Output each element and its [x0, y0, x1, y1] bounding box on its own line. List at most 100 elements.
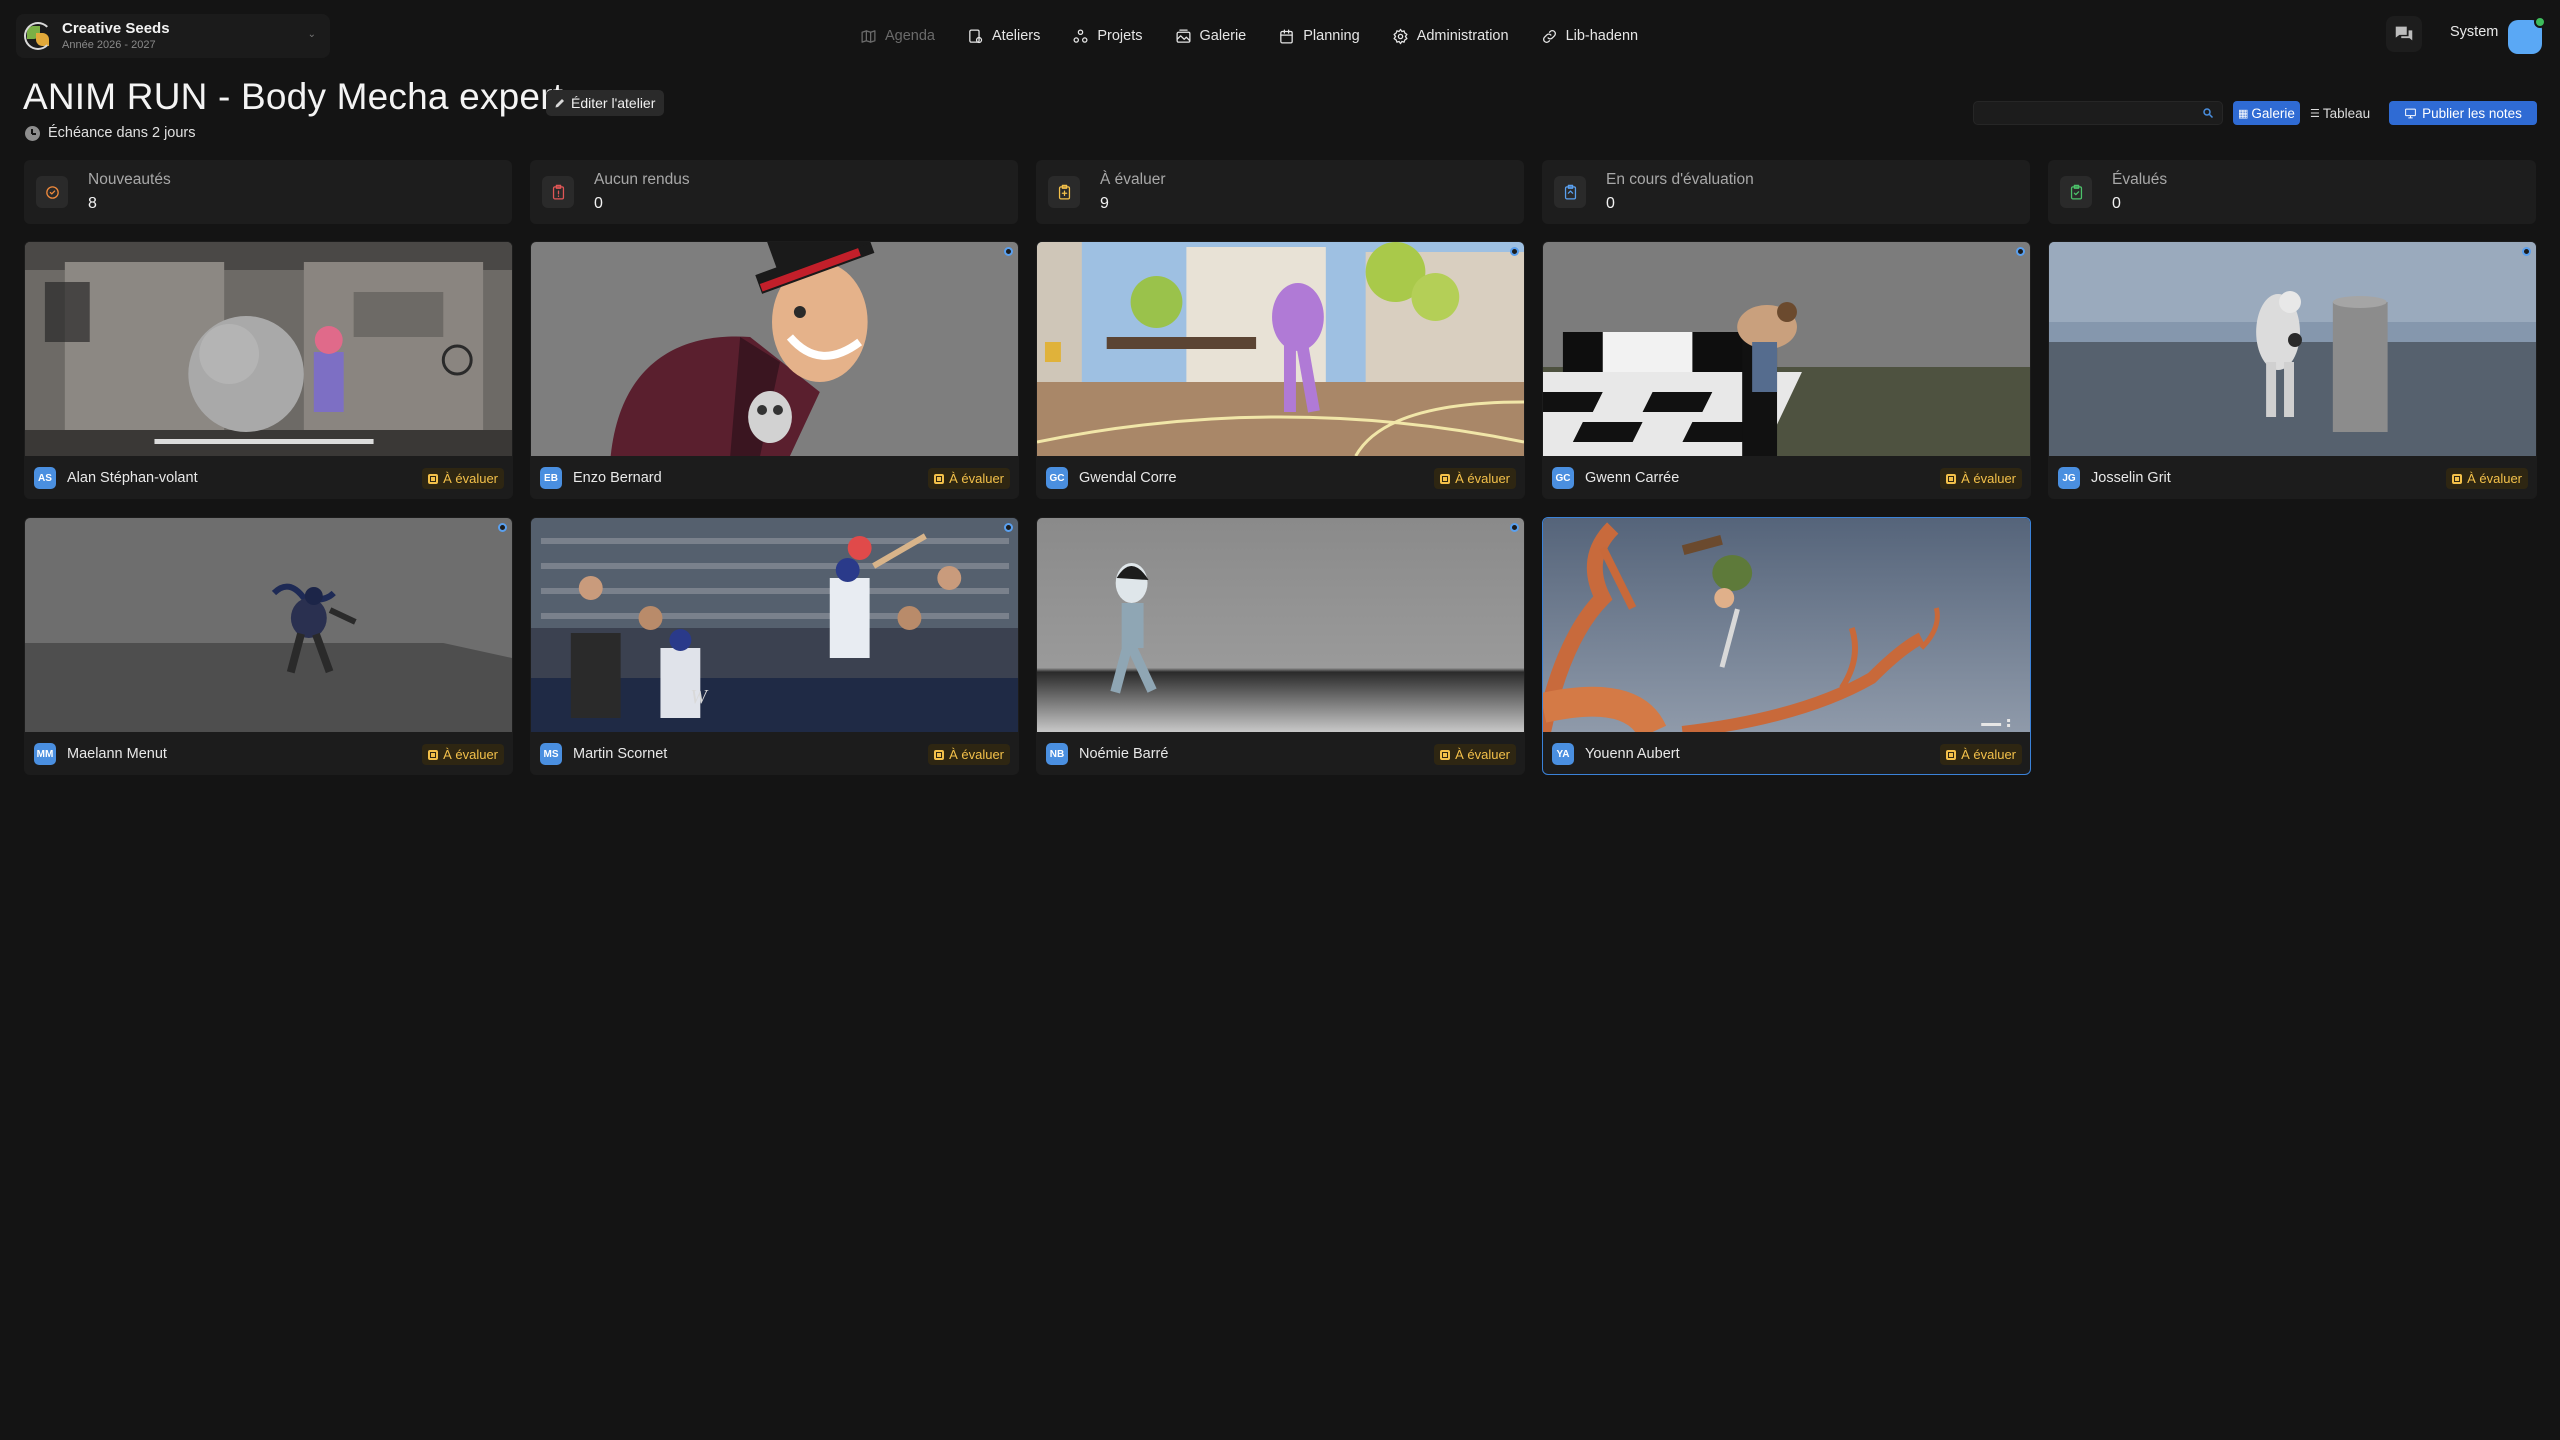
status-text: À évaluer [2467, 471, 2522, 486]
status-icon [934, 473, 945, 484]
status-icon [2452, 473, 2463, 484]
online-status-dot [2534, 16, 2546, 28]
messages-button[interactable] [2386, 16, 2422, 52]
submission-thumbnail[interactable] [1037, 518, 1524, 732]
new-indicator [2522, 247, 2531, 256]
student-initials: AS [34, 467, 56, 489]
status-text: À évaluer [1961, 471, 2016, 486]
status-text: À évaluer [443, 747, 498, 762]
stat-label: Évalués [2112, 171, 2168, 188]
nav-label: Planning [1303, 28, 1360, 44]
submission-thumbnail[interactable] [1037, 242, 1524, 456]
avatar[interactable] [2508, 16, 2546, 54]
submission-thumbnail[interactable] [25, 242, 512, 456]
nav-item-administration[interactable]: Administration [1392, 28, 1509, 45]
new-indicator [2016, 247, 2025, 256]
status-icon [1440, 749, 1451, 760]
submission-thumbnail[interactable] [531, 242, 1018, 456]
org-name: Creative Seeds [62, 19, 170, 37]
new-indicator [1510, 523, 1519, 532]
page-title: ANIM RUN - Body Mecha expert [23, 76, 564, 117]
submission-thumbnail[interactable] [1543, 518, 2030, 732]
view-gallery-button[interactable]: ▦ Galerie [2233, 101, 2300, 125]
org-logo [24, 22, 52, 50]
clipboard-check-icon [2060, 176, 2092, 208]
status-text: À évaluer [1455, 471, 1510, 486]
student-name: Noémie Barré [1079, 746, 1169, 762]
edit-workshop-label: Éditer l'atelier [571, 95, 656, 111]
submission-card[interactable]: NB Noémie Barré À évaluer [1036, 517, 1525, 775]
status-badge: À évaluer [1940, 468, 2022, 489]
student-initials: GC [1046, 467, 1068, 489]
organization-switcher[interactable]: Creative Seeds Année 2026 - 2027 ⌄ [16, 14, 330, 58]
svg-text:W: W [690, 686, 709, 708]
status-icon [934, 749, 945, 760]
stat-label: À évaluer [1100, 171, 1166, 188]
sparkle-icon [36, 176, 68, 208]
stat-card-new[interactable]: Nouveautés 8 [24, 160, 512, 224]
pencil-icon [555, 99, 564, 108]
clipboard-plus-icon [1048, 176, 1080, 208]
stat-card-no-renders[interactable]: Aucun rendus 0 [530, 160, 1018, 224]
view-table-button[interactable]: ☰ Tableau [2305, 101, 2375, 125]
status-text: À évaluer [949, 747, 1004, 762]
stat-card-to-evaluate[interactable]: À évaluer 9 [1036, 160, 1524, 224]
status-text: À évaluer [1455, 747, 1510, 762]
stat-card-evaluated[interactable]: Évalués 0 [2048, 160, 2536, 224]
nav-item-projets[interactable]: Projets [1072, 28, 1143, 45]
map-icon [861, 29, 876, 43]
publish-grades-button[interactable]: Publier les notes [2389, 101, 2537, 125]
gear-icon [1393, 28, 1408, 44]
submission-card[interactable]: EB Enzo Bernard À évaluer [530, 241, 1019, 499]
submission-thumbnail[interactable] [2049, 242, 2536, 456]
status-badge: À évaluer [928, 468, 1010, 489]
stat-value: 9 [1100, 195, 1109, 212]
nav-item-galerie[interactable]: Galerie [1175, 28, 1247, 45]
submission-thumbnail[interactable] [1543, 242, 2030, 456]
org-year: Année 2026 - 2027 [62, 39, 156, 52]
student-initials: NB [1046, 743, 1068, 765]
status-icon [1946, 749, 1957, 760]
student-initials: MM [34, 743, 56, 765]
calendar-icon [1280, 28, 1294, 44]
stat-value: 8 [88, 195, 97, 212]
nav-item-lib-hadenn[interactable]: Lib-hadenn [1541, 28, 1638, 45]
status-badge: À évaluer [1940, 744, 2022, 765]
student-initials: MS [540, 743, 562, 765]
clipboard-progress-icon [1554, 176, 1586, 208]
submission-card[interactable]: AS Alan Stéphan-volant À évaluer [24, 241, 513, 499]
submission-card[interactable]: JG Josselin Grit À évaluer [2048, 241, 2537, 499]
student-name: Alan Stéphan-volant [67, 470, 198, 486]
stat-card-in-evaluation[interactable]: En cours d'évaluation 0 [1542, 160, 2030, 224]
nav-item-planning[interactable]: Planning [1278, 28, 1360, 45]
submission-thumbnail[interactable]: W [531, 518, 1018, 732]
nav-label: Ateliers [992, 28, 1041, 44]
view-table-label: Tableau [2322, 105, 2371, 121]
submission-card[interactable]: YA Youenn Aubert À évaluer [1542, 517, 2031, 775]
nav-item-agenda[interactable]: Agenda [860, 28, 935, 45]
gallery-icon [1175, 28, 1191, 43]
publish-grades-label: Publier les notes [2422, 105, 2522, 121]
stat-value: 0 [1606, 195, 1615, 212]
nav-item-ateliers[interactable]: Ateliers [967, 28, 1040, 45]
empty-clipboard-icon [542, 176, 574, 208]
nav-label: Galerie [1199, 28, 1247, 44]
submission-card[interactable]: MM Maelann Menut À évaluer [24, 517, 513, 775]
status-badge: À évaluer [1434, 468, 1516, 489]
view-gallery-label: Galerie [2251, 105, 2295, 121]
search-icon[interactable] [2202, 107, 2214, 119]
student-initials: YA [1552, 743, 1574, 765]
new-indicator [498, 523, 507, 532]
submission-card[interactable]: W MS Martin Scornet À évaluer [530, 517, 1019, 775]
submission-footer: AS Alan Stéphan-volant À évaluer [25, 456, 512, 498]
search-input[interactable] [1974, 102, 2222, 124]
student-name: Martin Scornet [573, 746, 668, 762]
status-icon [1946, 473, 1957, 484]
edit-workshop-button[interactable]: Éditer l'atelier [546, 90, 665, 116]
nav-label: Administration [1416, 28, 1509, 44]
search-box [1973, 101, 2223, 125]
submission-thumbnail[interactable] [25, 518, 512, 732]
submission-card[interactable]: GC Gwenn Carrée À évaluer [1542, 241, 2031, 499]
submission-card[interactable]: GC Gwendal Corre À évaluer [1036, 241, 1525, 499]
status-text: À évaluer [949, 471, 1004, 486]
